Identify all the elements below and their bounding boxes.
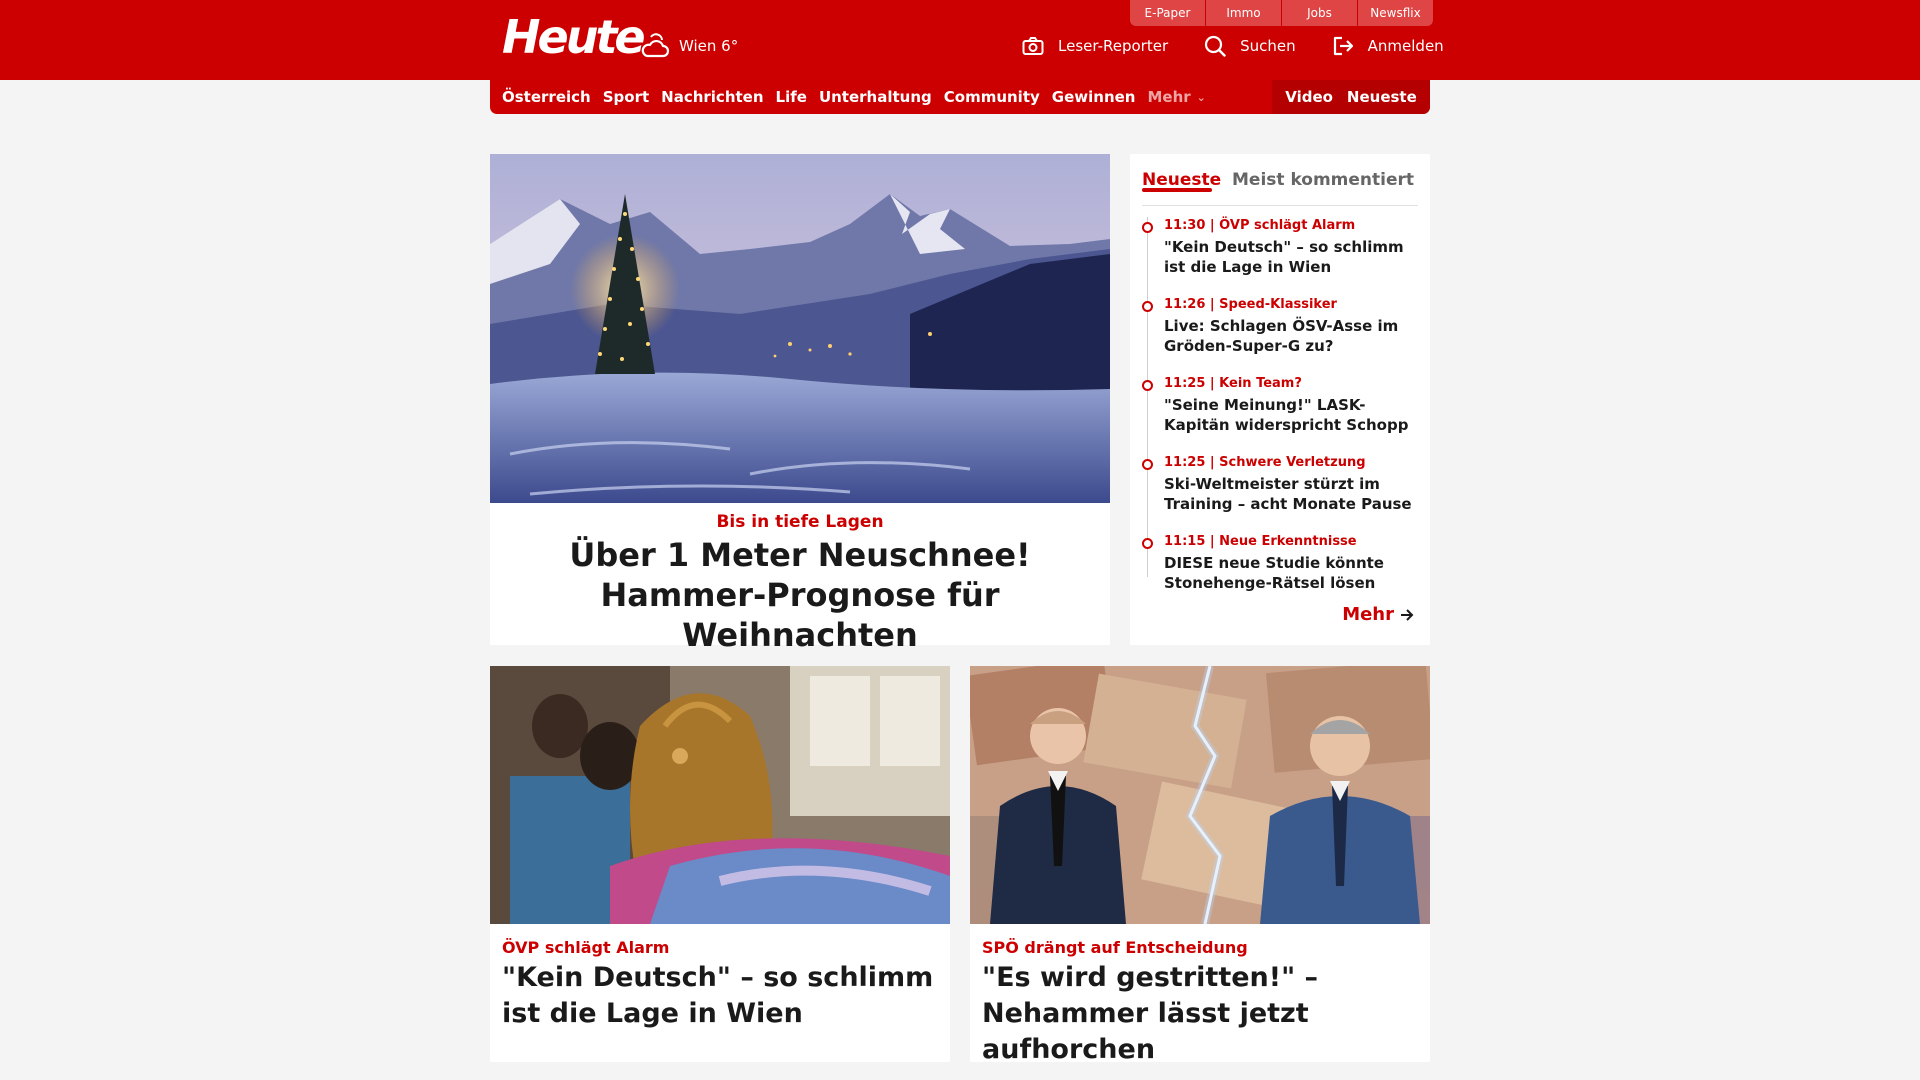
- login-button[interactable]: Anmelden: [1332, 36, 1444, 56]
- latest-news-box: Neueste Meist kommentiert 11:30 | ÖVP sc…: [1130, 154, 1430, 645]
- hero-headline[interactable]: Über 1 Meter Neuschnee! Hammer-Prognose …: [510, 535, 1090, 655]
- active-tab-indicator: [1142, 188, 1212, 192]
- service-tab-jobs[interactable]: Jobs: [1282, 0, 1357, 26]
- timeline-dot: [1142, 538, 1153, 549]
- list-item-title[interactable]: Ski-Weltmeister stürzt im Training – ach…: [1164, 474, 1417, 514]
- list-item-meta: 11:15 | Neue Erkenntnisse: [1164, 534, 1357, 549]
- cloud-sun-icon: [641, 33, 670, 58]
- tab-meist-kommentiert[interactable]: Meist kommentiert: [1232, 170, 1414, 190]
- snowy-mountain-village-image: [490, 154, 1110, 503]
- timeline-dot: [1142, 459, 1153, 470]
- login-label: Anmelden: [1367, 37, 1444, 55]
- nav-more-label: Mehr: [1147, 88, 1191, 106]
- timeline-dot: [1142, 380, 1153, 391]
- nav-items: Österreich Sport Nachrichten Life Unterh…: [502, 80, 1218, 114]
- reporter-label: Leser-Reporter: [1058, 37, 1169, 55]
- search-icon: [1205, 35, 1226, 57]
- nav-item-community[interactable]: Community: [944, 88, 1040, 106]
- tab-neueste-label: Neueste: [1142, 170, 1222, 190]
- search-button[interactable]: Suchen: [1204, 35, 1296, 57]
- latest-more-link[interactable]: Mehr: [1342, 604, 1414, 625]
- list-item[interactable]: 11:25 | Kein Team? "Seine Meinung!" LASK…: [1142, 375, 1417, 454]
- arrow-right-icon: [1401, 608, 1414, 621]
- article-image[interactable]: [970, 666, 1430, 924]
- service-tab-newsflix[interactable]: Newsflix: [1358, 0, 1433, 26]
- reporter-button[interactable]: Leser-Reporter: [1022, 36, 1168, 56]
- search-label: Suchen: [1240, 37, 1296, 55]
- list-item[interactable]: 11:25 | Schwere Verletzung Ski-Weltmeist…: [1142, 454, 1417, 533]
- timeline-dot: [1142, 301, 1153, 312]
- card-kicker: SPÖ drängt auf Entscheidung: [982, 938, 1248, 957]
- header-actions: Leser-Reporter Suchen Anmelden: [1022, 30, 1444, 62]
- nav-item-video[interactable]: Video: [1285, 88, 1333, 106]
- service-tabs: E-Paper Immo Jobs Newsflix: [1130, 0, 1433, 26]
- schoolgirl-headscarf-image: [490, 666, 950, 924]
- list-item-meta: 11:25 | Schwere Verletzung: [1164, 455, 1366, 470]
- card-kicker: ÖVP schlägt Alarm: [502, 938, 670, 957]
- service-tab-immo[interactable]: Immo: [1206, 0, 1281, 26]
- nav-more-dropdown[interactable]: Mehr ⌄: [1147, 88, 1205, 106]
- hero-article[interactable]: Bis in tiefe Lagen Über 1 Meter Neuschne…: [490, 154, 1110, 654]
- latest-tabs: Neueste Meist kommentiert: [1142, 162, 1418, 206]
- two-politicians-banknotes-image: [970, 666, 1430, 924]
- camera-icon: [1022, 37, 1044, 55]
- list-item[interactable]: 11:26 | Speed-Klassiker Live: Schlagen Ö…: [1142, 296, 1417, 375]
- nav-item-oesterreich[interactable]: Österreich: [502, 88, 591, 106]
- list-item-meta: 11:25 | Kein Team?: [1164, 376, 1302, 391]
- nav-item-life[interactable]: Life: [776, 88, 807, 106]
- service-tab-epaper[interactable]: E-Paper: [1130, 0, 1205, 26]
- nav-item-neueste[interactable]: Neueste: [1347, 88, 1417, 106]
- chevron-down-icon: ⌄: [1196, 90, 1206, 104]
- list-item[interactable]: 11:15 | Neue Erkenntnisse DIESE neue Stu…: [1142, 533, 1417, 612]
- article-card[interactable]: ÖVP schlägt Alarm "Kein Deutsch" – so sc…: [490, 666, 950, 1062]
- main-nav: Österreich Sport Nachrichten Life Unterh…: [490, 80, 1430, 114]
- list-item-meta: 11:30 | ÖVP schlägt Alarm: [1164, 218, 1356, 233]
- list-item-title[interactable]: "Seine Meinung!" LASK-Kapitän widerspric…: [1164, 395, 1417, 435]
- nav-right-group: Video Neueste: [1272, 80, 1430, 114]
- hero-kicker: Bis in tiefe Lagen: [716, 512, 884, 532]
- list-item-title[interactable]: "Kein Deutsch" – so schlimm ist die Lage…: [1164, 237, 1417, 277]
- article-image[interactable]: [490, 666, 950, 924]
- list-item-title[interactable]: DIESE neue Studie könnte Stonehenge-Räts…: [1164, 553, 1417, 593]
- card-headline[interactable]: "Kein Deutsch" – so schlimm ist die Lage…: [502, 960, 942, 1032]
- nav-item-nachrichten[interactable]: Nachrichten: [661, 88, 763, 106]
- weather-widget[interactable]: Wien 6°: [639, 26, 738, 66]
- login-icon: [1333, 36, 1353, 56]
- nav-item-sport[interactable]: Sport: [603, 88, 649, 106]
- list-item[interactable]: 11:30 | ÖVP schlägt Alarm "Kein Deutsch"…: [1142, 217, 1417, 296]
- site-header: Heute Wien 6° E-Paper Immo Jobs Newsflix…: [0, 0, 1920, 80]
- timeline-dot: [1142, 222, 1153, 233]
- site-logo[interactable]: Heute: [502, 12, 646, 62]
- latest-more-label: Mehr: [1342, 604, 1394, 625]
- card-headline[interactable]: "Es wird gestritten!" – Nehammer lässt j…: [982, 960, 1422, 1068]
- list-item-meta: 11:26 | Speed-Klassiker: [1164, 297, 1337, 312]
- article-card[interactable]: SPÖ drängt auf Entscheidung "Es wird ges…: [970, 666, 1430, 1065]
- nav-item-unterhaltung[interactable]: Unterhaltung: [819, 88, 932, 106]
- list-item-title[interactable]: Live: Schlagen ÖSV-Asse im Gröden-Super-…: [1164, 316, 1417, 356]
- weather-label: Wien 6°: [679, 37, 739, 55]
- tab-neueste[interactable]: Neueste: [1142, 170, 1222, 192]
- latest-timeline: 11:30 | ÖVP schlägt Alarm "Kein Deutsch"…: [1142, 217, 1417, 612]
- nav-item-gewinnen[interactable]: Gewinnen: [1052, 88, 1136, 106]
- hero-image[interactable]: [490, 154, 1110, 503]
